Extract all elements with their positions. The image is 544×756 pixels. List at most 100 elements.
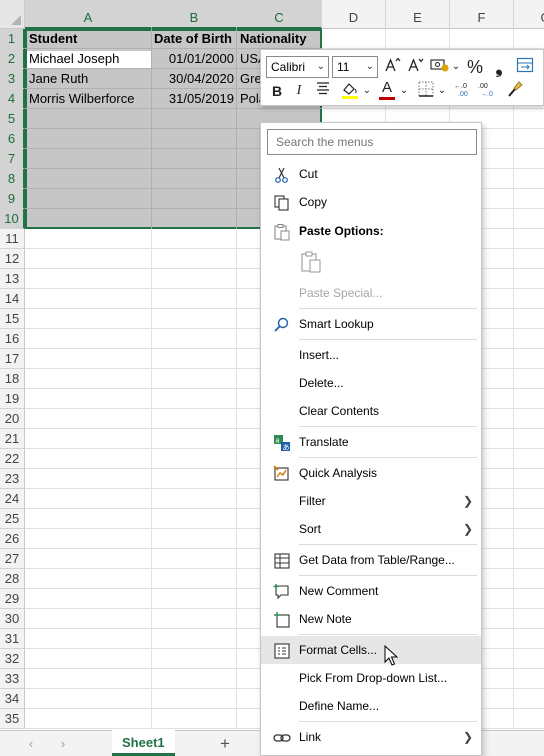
row-header-28[interactable]: 28 xyxy=(0,569,25,589)
row-header-18[interactable]: 18 xyxy=(0,369,25,389)
row-header-15[interactable]: 15 xyxy=(0,309,25,329)
column-header-f[interactable]: F xyxy=(450,0,514,29)
column-header-d[interactable]: D xyxy=(322,0,386,29)
wrap-format-button[interactable] xyxy=(515,56,535,78)
menu-item-link[interactable]: Link ❯ xyxy=(261,723,481,751)
row-header-17[interactable]: 17 xyxy=(0,349,25,369)
cell-b1[interactable]: Date of Birth xyxy=(154,29,238,49)
row-header-8[interactable]: 8 xyxy=(0,169,25,189)
menu-item-format-cells[interactable]: Format Cells... xyxy=(261,636,481,664)
row-header-7[interactable]: 7 xyxy=(0,149,25,169)
font-color-button[interactable]: A xyxy=(377,80,397,102)
percent-style-button[interactable]: % xyxy=(465,56,485,78)
row-header-12[interactable]: 12 xyxy=(0,249,25,269)
column-header-b[interactable]: B xyxy=(152,0,237,29)
menu-item-define-name[interactable]: Define Name... xyxy=(261,692,481,720)
column-header-e[interactable]: E xyxy=(386,0,450,29)
cell-a1[interactable]: Student xyxy=(29,29,149,49)
decrease-font-icon xyxy=(408,58,424,72)
decrease-decimal-button[interactable]: .00 →.0 xyxy=(477,80,499,102)
row-header-27[interactable]: 27 xyxy=(0,549,25,569)
cell-b3[interactable]: 30/04/2020 xyxy=(152,69,234,89)
italic-button[interactable]: I xyxy=(292,80,306,102)
tab-sheet1[interactable]: Sheet1 xyxy=(112,730,175,756)
prev-sheet-icon[interactable]: ‹ xyxy=(24,737,38,751)
menu-item-sort[interactable]: Sort ❯ xyxy=(261,515,481,543)
row-header-1[interactable]: 1 xyxy=(0,29,25,49)
quick-analysis-icon xyxy=(273,465,289,481)
row-header-11[interactable]: 11 xyxy=(0,229,25,249)
row-header-21[interactable]: 21 xyxy=(0,429,25,449)
cell-a4[interactable]: Morris Wilberforce xyxy=(29,89,149,109)
accounting-format-dropdown[interactable]: ⌄ xyxy=(451,56,461,78)
cell-c1[interactable]: Nationality xyxy=(240,29,324,49)
menu-search-input[interactable] xyxy=(267,129,477,155)
row-header-25[interactable]: 25 xyxy=(0,509,25,529)
borders-dropdown[interactable]: ⌄ xyxy=(437,80,447,102)
font-name-select[interactable]: Calibri ⌄ xyxy=(266,56,329,78)
row-header-9[interactable]: 9 xyxy=(0,189,25,209)
row-header-33[interactable]: 33 xyxy=(0,669,25,689)
svg-text:.00: .00 xyxy=(458,91,468,98)
row-header-20[interactable]: 20 xyxy=(0,409,25,429)
font-color-dropdown[interactable]: ⌄ xyxy=(399,80,409,102)
row-header-32[interactable]: 32 xyxy=(0,649,25,669)
row-header-23[interactable]: 23 xyxy=(0,469,25,489)
row-header-5[interactable]: 5 xyxy=(0,109,25,129)
menu-item-filter[interactable]: Filter ❯ xyxy=(261,487,481,515)
row-header-10[interactable]: 10 xyxy=(0,209,25,229)
menu-item-new-note[interactable]: New Note xyxy=(261,605,481,633)
menu-item-copy[interactable]: Copy xyxy=(261,188,481,216)
font-size-select[interactable]: 11 ⌄ xyxy=(332,56,378,78)
menu-item-paste-special[interactable]: Paste Special... xyxy=(261,279,481,307)
cell-a2[interactable]: Michael Joseph xyxy=(29,49,149,69)
fill-color-button[interactable] xyxy=(339,80,361,102)
row-header-19[interactable]: 19 xyxy=(0,389,25,409)
row-header-31[interactable]: 31 xyxy=(0,629,25,649)
menu-item-new-comment[interactable]: New Comment xyxy=(261,577,481,605)
row-header-26[interactable]: 26 xyxy=(0,529,25,549)
paste-option-keep[interactable] xyxy=(261,247,481,277)
menu-item-smart-lookup[interactable]: Smart Lookup xyxy=(261,310,481,338)
cell-b2[interactable]: 01/01/2000 xyxy=(152,49,234,69)
row-header-30[interactable]: 30 xyxy=(0,609,25,629)
menu-item-insert[interactable]: Insert... xyxy=(261,341,481,369)
column-header-c[interactable]: C xyxy=(237,0,322,29)
bold-button[interactable]: B xyxy=(269,80,285,102)
increase-decimal-button[interactable]: ←.0.00 xyxy=(453,80,475,102)
column-header-a[interactable]: A xyxy=(25,0,152,29)
menu-item-pick-list[interactable]: Pick From Drop-down List... xyxy=(261,664,481,692)
menu-item-get-data[interactable]: Get Data from Table/Range... xyxy=(261,546,481,574)
row-header-2[interactable]: 2 xyxy=(0,49,25,69)
next-sheet-icon[interactable]: › xyxy=(56,737,70,751)
decrease-font-size-button[interactable] xyxy=(406,56,426,78)
borders-button[interactable] xyxy=(416,80,436,102)
accounting-format-button[interactable] xyxy=(429,56,451,78)
row-header-22[interactable]: 22 xyxy=(0,449,25,469)
menu-item-translate[interactable]: aあ Translate xyxy=(261,428,481,456)
row-header-6[interactable]: 6 xyxy=(0,129,25,149)
format-painter-button[interactable] xyxy=(505,80,525,102)
cell-b4[interactable]: 31/05/2019 xyxy=(152,89,234,109)
increase-font-size-button[interactable] xyxy=(383,56,403,78)
row-header-29[interactable]: 29 xyxy=(0,589,25,609)
row-header-24[interactable]: 24 xyxy=(0,489,25,509)
menu-item-quick-analysis[interactable]: Quick Analysis xyxy=(261,459,481,487)
row-header-13[interactable]: 13 xyxy=(0,269,25,289)
fill-color-dropdown[interactable]: ⌄ xyxy=(362,80,372,102)
column-header-g[interactable]: G xyxy=(514,0,544,29)
row-header-34[interactable]: 34 xyxy=(0,689,25,709)
row-header-4[interactable]: 4 xyxy=(0,89,25,109)
add-sheet-button[interactable]: + xyxy=(216,735,234,753)
cell-a3[interactable]: Jane Ruth xyxy=(29,69,149,89)
menu-item-delete[interactable]: Delete... xyxy=(261,369,481,397)
row-header-16[interactable]: 16 xyxy=(0,329,25,349)
menu-item-cut[interactable]: Cut xyxy=(261,160,481,188)
select-all-button[interactable] xyxy=(0,0,25,29)
align-center-button[interactable] xyxy=(314,80,332,102)
menu-item-clear-contents[interactable]: Clear Contents xyxy=(261,397,481,425)
row-header-14[interactable]: 14 xyxy=(0,289,25,309)
row-header-35[interactable]: 35 xyxy=(0,709,25,729)
comma-style-button[interactable]: ❟ xyxy=(491,56,507,78)
row-header-3[interactable]: 3 xyxy=(0,69,25,89)
